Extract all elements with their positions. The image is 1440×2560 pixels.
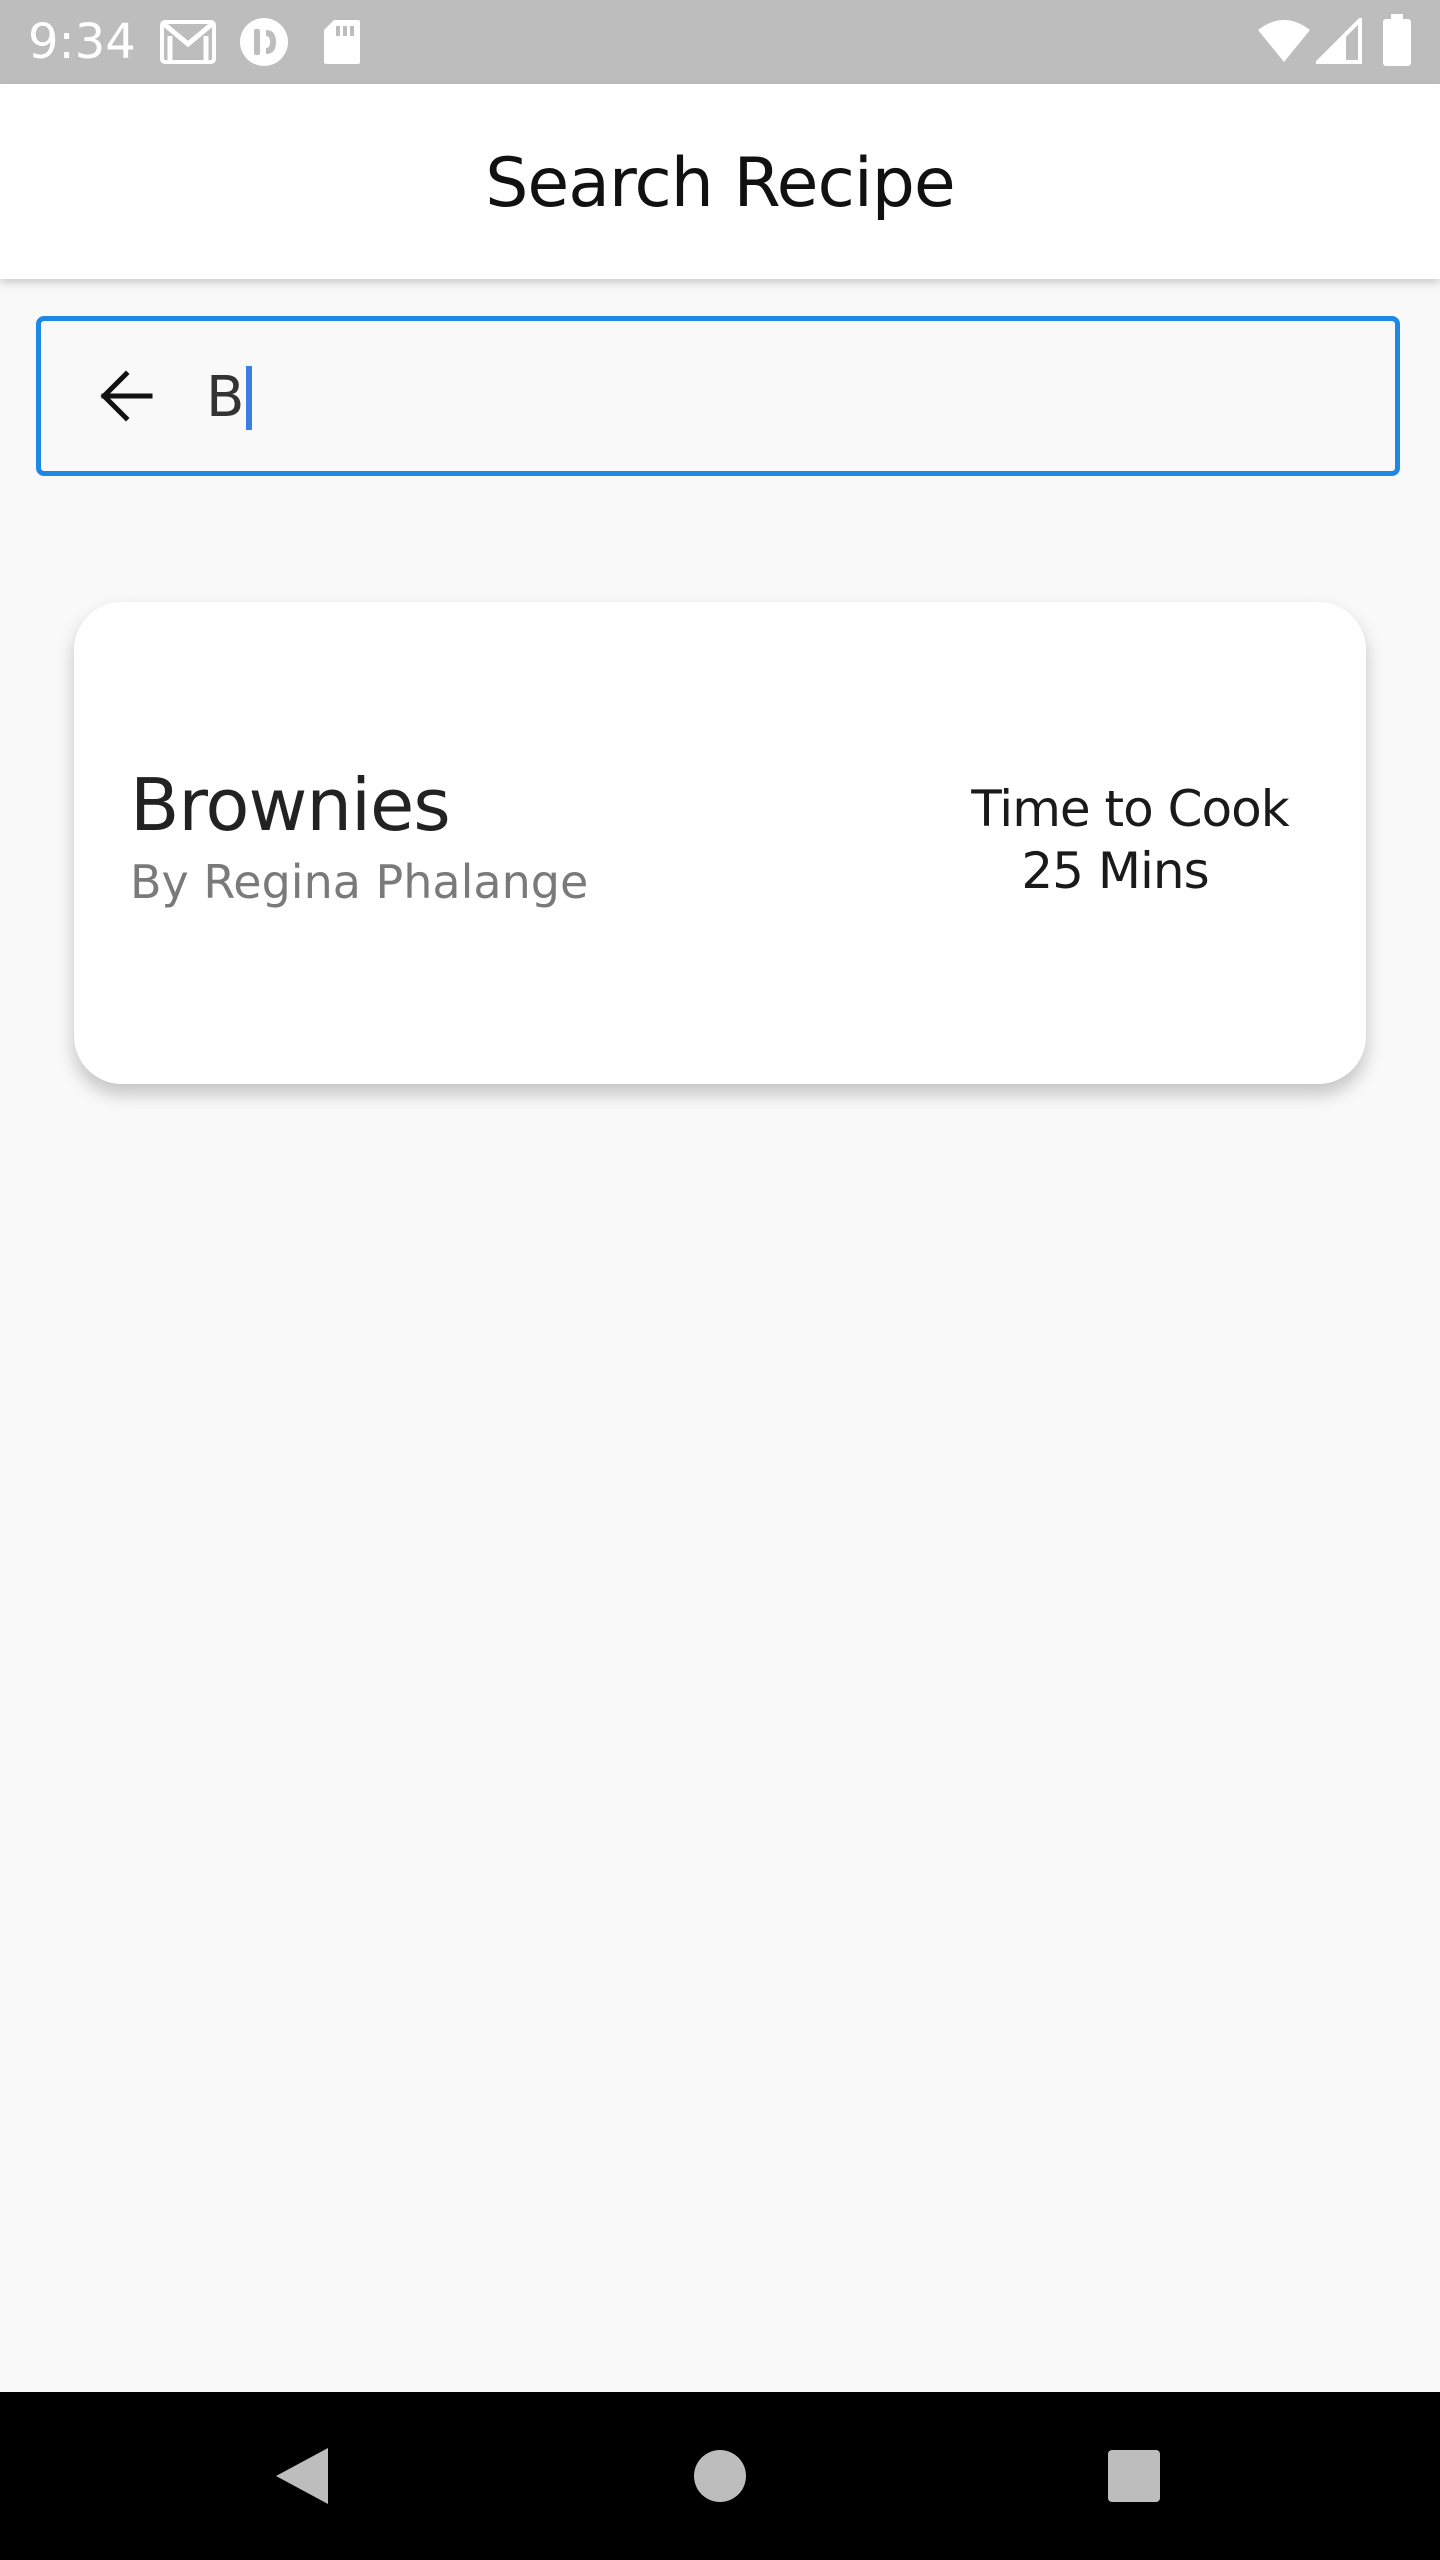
cook-time-label: Time to Cook xyxy=(971,780,1289,838)
text-caret xyxy=(246,366,253,430)
cook-time-block: Time to Cook 25 Mins xyxy=(950,778,1310,902)
nav-home-button[interactable] xyxy=(680,2436,760,2516)
status-bar: 9:34 xyxy=(0,0,1440,84)
nav-recents-button[interactable] xyxy=(1094,2436,1174,2516)
recipe-card[interactable]: Brownies By Regina Phalange Time to Cook… xyxy=(74,602,1366,1084)
cook-time-value: 25 Mins xyxy=(1021,842,1209,900)
status-time: 9:34 xyxy=(28,14,136,70)
app-bar: Search Recipe xyxy=(0,84,1440,279)
gmail-icon xyxy=(160,20,216,64)
recipe-author: By Regina Phalange xyxy=(130,855,589,909)
search-field[interactable]: B xyxy=(36,316,1400,476)
back-triangle-icon xyxy=(276,2448,328,2504)
search-input[interactable]: B xyxy=(206,363,253,433)
back-button[interactable] xyxy=(81,351,171,441)
signal-icon xyxy=(1316,18,1362,64)
nfc-icon xyxy=(240,18,288,66)
recents-square-icon xyxy=(1108,2450,1160,2502)
recipe-name: Brownies xyxy=(130,763,451,847)
wifi-icon xyxy=(1258,20,1310,62)
page-title: Search Recipe xyxy=(485,144,956,223)
battery-icon xyxy=(1383,14,1411,66)
arrow-back-icon xyxy=(100,370,153,422)
home-circle-icon xyxy=(694,2450,746,2502)
search-input-value: B xyxy=(206,365,245,430)
nav-back-button[interactable] xyxy=(262,2436,342,2516)
sd-card-icon xyxy=(324,20,360,64)
system-nav-bar xyxy=(0,2392,1440,2560)
